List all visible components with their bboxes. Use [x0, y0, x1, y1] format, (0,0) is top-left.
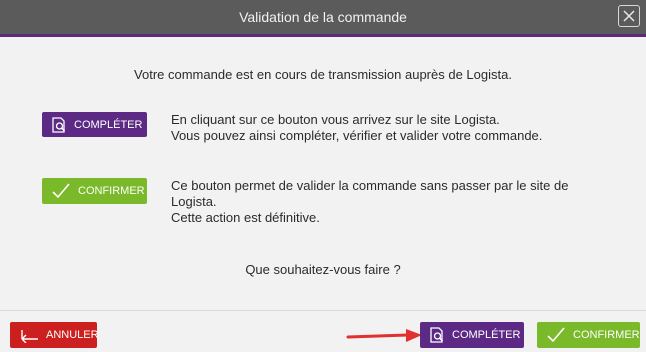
dialog-title: Validation de la commande: [239, 9, 407, 25]
confirmer-description-line2: Logista.: [171, 194, 217, 209]
pointer-arrow: [346, 329, 422, 342]
close-icon: [623, 10, 635, 22]
confirmer-description-line3: Cette action est définitive.: [171, 210, 320, 225]
confirmer-info-button[interactable]: CONFIRMER: [42, 178, 147, 204]
completer-button[interactable]: COMPLÉTER: [420, 322, 524, 348]
search-document-icon: [428, 326, 446, 344]
question-text: Que souhaitez-vous faire ?: [245, 262, 401, 277]
completer-description-line2: Vous pouvez ainsi compléter, vérifier et…: [171, 128, 543, 143]
checkmark-icon: [50, 182, 72, 200]
close-button[interactable]: [618, 5, 640, 27]
title-accent-line: [0, 34, 646, 37]
completer-description: En cliquant sur ce bouton vous arrivez s…: [171, 112, 542, 144]
intro-text: Votre commande est en cours de transmiss…: [134, 67, 512, 82]
checkmark-icon: [545, 326, 567, 344]
search-document-icon: [50, 116, 68, 134]
confirmer-button[interactable]: CONFIRMER: [537, 322, 640, 348]
confirmer-description: Ce bouton permet de valider la commande …: [171, 178, 568, 226]
completer-description-line1: En cliquant sur ce bouton vous arrivez s…: [171, 112, 500, 127]
completer-info-button-label: COMPLÉTER: [74, 118, 143, 131]
footer-divider: [0, 310, 646, 311]
completer-info-button[interactable]: COMPLÉTER: [42, 112, 147, 137]
confirmer-button-label: CONFIRMER: [573, 329, 640, 341]
completer-button-label: COMPLÉTER: [452, 329, 521, 341]
dialog-titlebar: Validation de la commande: [0, 0, 646, 34]
cancel-button-label: ANNULER: [46, 329, 99, 341]
back-arrow-icon: [18, 327, 40, 343]
confirmer-info-button-label: CONFIRMER: [78, 185, 145, 197]
confirmer-description-line1: Ce bouton permet de valider la commande …: [171, 178, 569, 193]
cancel-button[interactable]: ANNULER: [10, 322, 99, 348]
